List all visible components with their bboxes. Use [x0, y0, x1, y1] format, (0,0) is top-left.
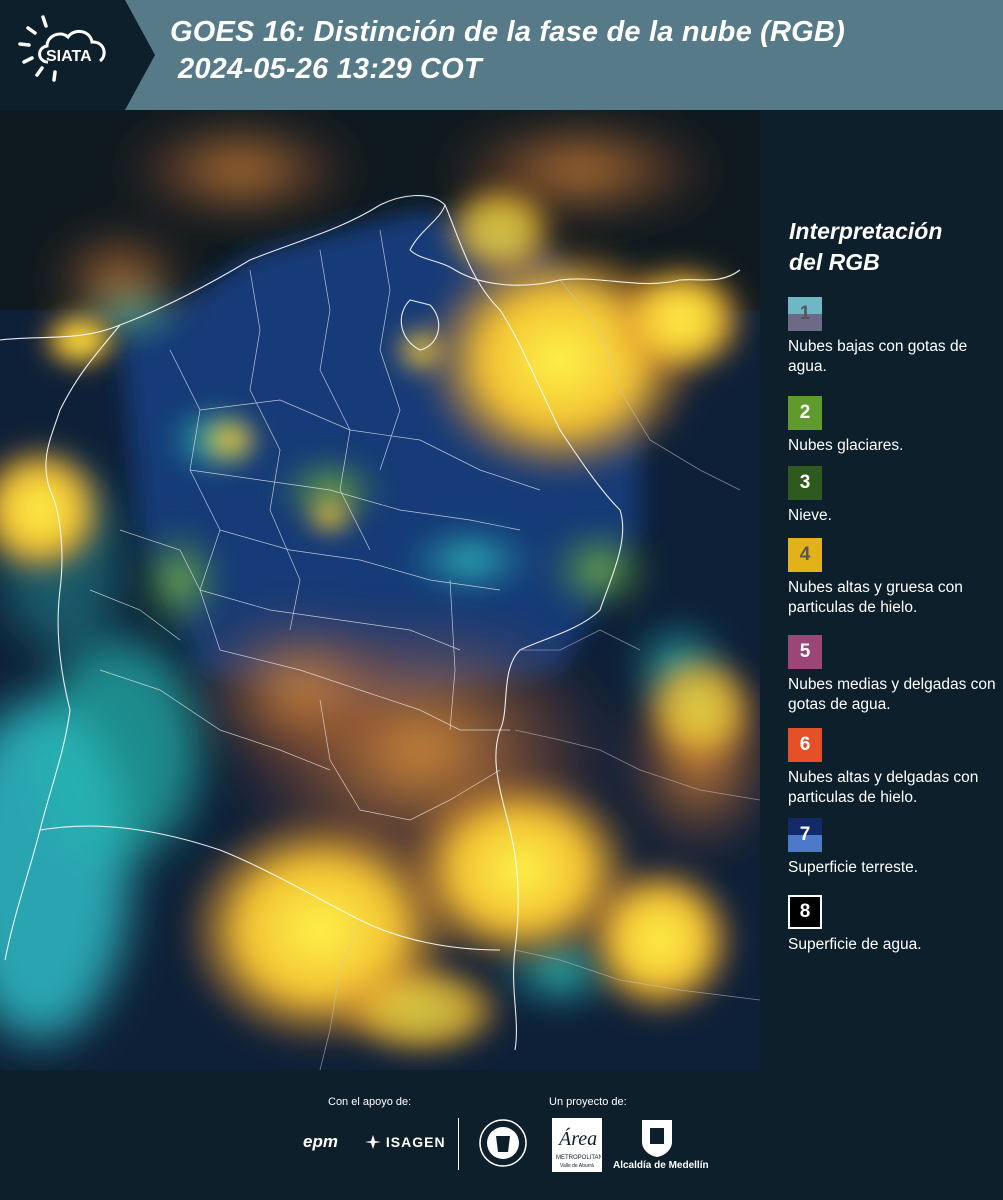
- svg-text:Valle de Aburrá: Valle de Aburrá: [560, 1163, 594, 1169]
- footer-divider: [458, 1118, 459, 1170]
- legend-label: Nubes medias y delgadas con gotas de agu…: [788, 676, 996, 713]
- legend-swatch: 3: [788, 466, 822, 500]
- legend-number: 4: [799, 544, 811, 565]
- legend-label: Nubes altas y delgadas con particulas de…: [788, 769, 979, 806]
- legend-number: 1: [799, 303, 811, 324]
- page-title: GOES 16: Distinción de la fase de la nub…: [170, 14, 845, 88]
- project-label: Un proyecto de:: [549, 1096, 627, 1108]
- alcaldia-shield-icon: [642, 1120, 672, 1157]
- alcaldia-text: Alcaldía de Medellín: [613, 1160, 709, 1171]
- area-metropolitana-logo: Área METROPOLITANA Valle de Aburrá: [552, 1118, 607, 1172]
- legend-item: 6 Nubes altas y delgadas con particulas d…: [788, 728, 998, 808]
- satellite-rgb-map: [0, 110, 760, 1070]
- legend-label: Nieve.: [788, 507, 832, 524]
- legend-swatch: 4: [788, 538, 822, 572]
- legend-label: Nubes bajas con gotas de agua.: [788, 338, 968, 375]
- legend-item: 3 Nieve.: [788, 466, 998, 526]
- isagen-logo: ISAGEN: [365, 1134, 446, 1150]
- header-bar: SIATA GOES 16: Distinción de la fase de …: [0, 0, 1003, 110]
- legend-number: 8: [799, 901, 811, 922]
- legend-label: Superficie de agua.: [788, 936, 922, 953]
- legend-number: 2: [799, 402, 811, 423]
- legend-item: 5 Nubes medias y delgadas con gotas de ag…: [788, 635, 998, 715]
- legend-number: 6: [799, 734, 811, 755]
- legend-panel: Interpretación del RGB 1 Nubes bajas con …: [760, 110, 1003, 1070]
- isagen-mark-icon: [365, 1135, 381, 1149]
- legend-number: 7: [799, 824, 811, 845]
- legend-swatch: 7: [788, 818, 822, 852]
- footer: Con el apoyo de: Un proyecto de: epm ISA…: [0, 1070, 1003, 1200]
- epm-logo: epm: [303, 1132, 338, 1151]
- legend-label: Nubes altas y gruesa con particulas de h…: [788, 579, 963, 616]
- legend-label: Superficie terreste.: [788, 859, 919, 876]
- svg-text:METROPOLITANA: METROPOLITANA: [556, 1155, 601, 1161]
- legend-title-line2: del RGB: [789, 249, 880, 275]
- legend-swatch: 8: [788, 895, 822, 929]
- legend-item: 2 Nubes glaciares.: [788, 396, 998, 456]
- legend-item: 1 Nubes bajas con gotas de agua.: [788, 297, 998, 377]
- legend-swatch: 5: [788, 635, 822, 669]
- legend-item: 7 Superficie terreste.: [788, 818, 998, 878]
- svg-text:Área: Área: [557, 1127, 597, 1150]
- legend-item: 8 Superficie de agua.: [788, 895, 998, 955]
- legend-swatch: 2: [788, 396, 822, 430]
- support-label: Con el apoyo de:: [328, 1096, 412, 1108]
- legend-item: 4 Nubes altas y gruesa con particulas de …: [788, 538, 998, 618]
- siata-logo: SIATA: [0, 0, 155, 110]
- legend-label: Nubes glaciares.: [788, 437, 904, 454]
- legend-number: 3: [799, 472, 811, 493]
- legend-title-line1: Interpretación: [789, 218, 943, 244]
- logo-text: SIATA: [46, 48, 92, 65]
- legend-number: 5: [799, 641, 811, 662]
- title-timestamp: 2024-05-26 13:29 COT: [178, 53, 482, 85]
- legend-swatch: 1: [788, 297, 822, 331]
- university-seal-icon: [479, 1119, 527, 1167]
- isagen-text: ISAGEN: [385, 1134, 446, 1150]
- title-line1: GOES 16: Distinción de la fase de la nub…: [170, 16, 845, 48]
- legend-swatch: 6: [788, 728, 822, 762]
- legend-title: Interpretación del RGB: [789, 216, 942, 278]
